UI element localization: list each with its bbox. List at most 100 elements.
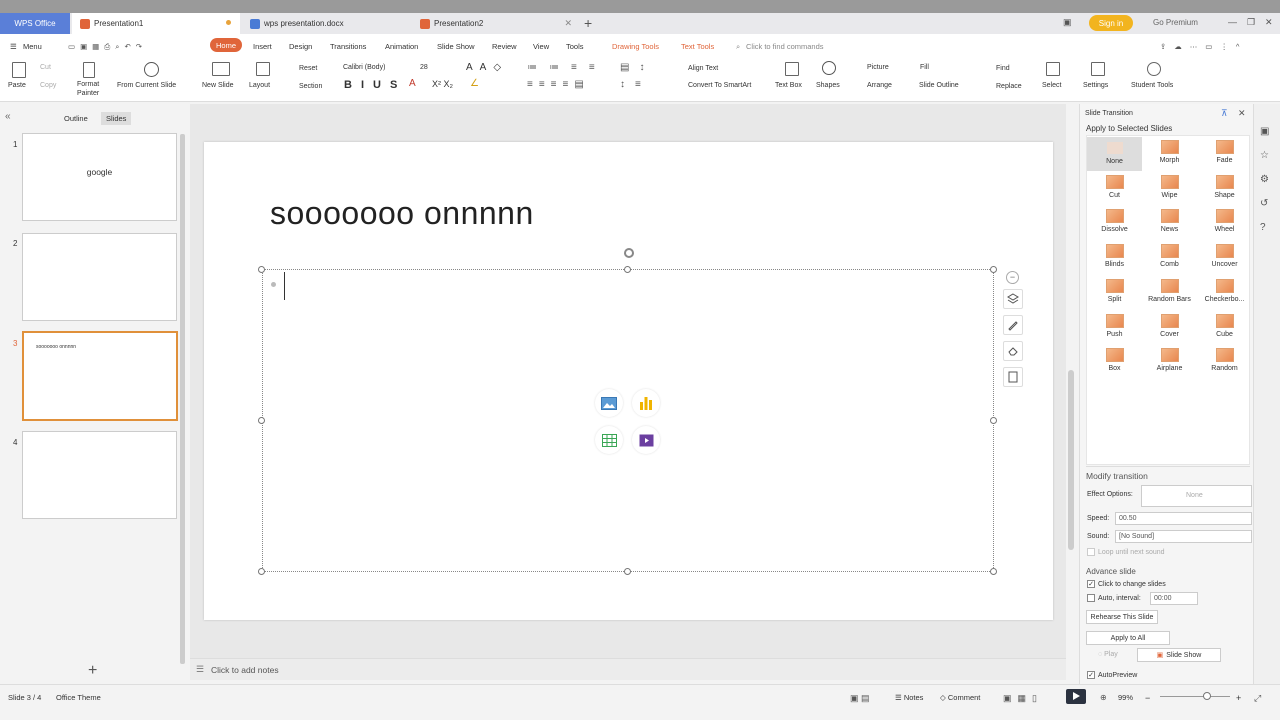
- arrange-button[interactable]: Arrange: [867, 82, 892, 89]
- transition-morph[interactable]: Morph: [1142, 137, 1197, 171]
- transition-wipe[interactable]: Wipe: [1142, 172, 1197, 206]
- tab-wps-presentation-docx[interactable]: wps presentation.docx: [242, 13, 410, 34]
- tab-slide-show[interactable]: Slide Show: [437, 42, 475, 51]
- notes-area[interactable]: ☰ Click to add notes: [190, 658, 1066, 680]
- cut-button[interactable]: Cut: [40, 64, 51, 71]
- transition-dissolve[interactable]: Dissolve: [1087, 206, 1142, 240]
- notes-toggle[interactable]: ☰ Notes: [895, 693, 923, 702]
- autopreview-checkbox[interactable]: ✓ AutoPreview: [1087, 671, 1137, 679]
- tab-presentation2[interactable]: Presentation2 ✕: [412, 13, 580, 34]
- resize-handle[interactable]: [990, 568, 997, 575]
- transition-panel-icon[interactable]: ▣: [1260, 126, 1269, 137]
- transition-none[interactable]: None: [1087, 137, 1142, 171]
- tab-review[interactable]: Review: [492, 42, 517, 51]
- font-style-buttons[interactable]: BIUS: [344, 79, 406, 91]
- sign-in-button[interactable]: Sign in: [1089, 15, 1133, 31]
- restore-icon[interactable]: ❐: [1247, 17, 1255, 28]
- view-mode-icons[interactable]: ▣▦▯: [1003, 693, 1043, 704]
- collapse-toolbar-icon[interactable]: −: [1006, 271, 1019, 284]
- play-button[interactable]: ◌ Play: [1098, 651, 1118, 658]
- history-panel-icon[interactable]: ↺: [1260, 198, 1268, 209]
- eraser-icon[interactable]: [1003, 341, 1023, 361]
- rehearse-button[interactable]: Rehearse This Slide: [1086, 610, 1158, 624]
- view-icons[interactable]: ▣ ▤: [850, 693, 870, 704]
- play-from-current-icon[interactable]: [144, 62, 159, 77]
- resize-handle[interactable]: [990, 266, 997, 273]
- zoom-in-icon[interactable]: +: [1236, 693, 1241, 703]
- text-direction-icons[interactable]: ▤↕: [620, 62, 654, 73]
- slide-thumbnail[interactable]: google: [22, 133, 177, 221]
- text-box-button[interactable]: Text Box: [775, 82, 802, 89]
- highlight-icon[interactable]: ∠: [470, 78, 479, 89]
- format-painter-label-1[interactable]: Format: [77, 81, 99, 88]
- layers-icon[interactable]: [1003, 289, 1023, 309]
- tab-home[interactable]: Home: [210, 38, 242, 52]
- select-icon[interactable]: [1046, 62, 1060, 76]
- transition-random[interactable]: Random: [1197, 345, 1252, 379]
- menu-button[interactable]: Menu: [23, 42, 42, 51]
- slide-thumbnail-active[interactable]: sooooooo onnnnn: [22, 331, 178, 421]
- list-indent-icons[interactable]: ≔≔≡≡: [527, 62, 607, 73]
- effect-options-select[interactable]: None: [1141, 485, 1252, 507]
- comment-button[interactable]: ◇ Comment: [940, 693, 980, 702]
- slide-scrollbar[interactable]: [1068, 370, 1074, 550]
- click-change-checkbox[interactable]: ✓ Click to change slides: [1087, 580, 1166, 588]
- tab-text-tools[interactable]: Text Tools: [681, 42, 714, 51]
- insert-table-icon[interactable]: [595, 426, 623, 454]
- go-premium-button[interactable]: Go Premium: [1153, 18, 1198, 27]
- tab-outline[interactable]: Outline: [64, 114, 88, 123]
- font-size-select[interactable]: 28: [419, 63, 429, 72]
- tab-animation[interactable]: Animation: [385, 42, 418, 51]
- hamburger-icon[interactable]: ☰: [10, 42, 17, 51]
- tab-insert[interactable]: Insert: [253, 42, 272, 51]
- collapse-pane-icon[interactable]: «: [5, 111, 11, 122]
- loop-checkbox[interactable]: Loop until next sound: [1087, 548, 1165, 556]
- transition-split[interactable]: Split: [1087, 276, 1142, 310]
- slide-title[interactable]: sooooooo onnnnn: [270, 195, 534, 232]
- transition-random-bars[interactable]: Random Bars: [1142, 276, 1197, 310]
- convert-smartart-button[interactable]: Convert To SmartArt: [688, 82, 751, 89]
- layout-icon[interactable]: [256, 62, 270, 76]
- paste-icon[interactable]: [12, 62, 26, 78]
- resize-handle[interactable]: [624, 266, 631, 273]
- pane-title[interactable]: Slide Transition: [1085, 110, 1133, 117]
- zoom-out-icon[interactable]: −: [1145, 693, 1150, 703]
- picture-button[interactable]: Picture: [867, 64, 889, 71]
- close-window-icon[interactable]: ✕: [1265, 17, 1273, 28]
- resize-handle[interactable]: [258, 568, 265, 575]
- insert-video-icon[interactable]: [632, 426, 660, 454]
- speed-input[interactable]: 00.50: [1115, 512, 1252, 525]
- transition-push[interactable]: Push: [1087, 311, 1142, 345]
- superscript-subscript-icons[interactable]: X² X₂: [432, 79, 453, 89]
- transition-checkerbo[interactable]: Checkerbo...: [1197, 276, 1252, 310]
- resize-handle[interactable]: [258, 266, 265, 273]
- font-size-up-down-icons[interactable]: AA◇: [466, 62, 508, 73]
- font-color-icon[interactable]: A: [409, 78, 416, 89]
- copy-button[interactable]: Copy: [40, 82, 56, 89]
- layout-button[interactable]: Layout: [249, 82, 270, 89]
- tab-transitions[interactable]: Transitions: [330, 42, 366, 51]
- settings-button[interactable]: Settings: [1083, 82, 1108, 89]
- transition-uncover[interactable]: Uncover: [1197, 241, 1252, 275]
- line-spacing-icons[interactable]: ↕≡: [620, 79, 651, 90]
- tab-presentation1[interactable]: Presentation1: [72, 13, 240, 34]
- transition-shape[interactable]: Shape: [1197, 172, 1252, 206]
- resize-handle[interactable]: [990, 417, 997, 424]
- theme-name[interactable]: Office Theme: [56, 693, 101, 702]
- tab-drawing-tools[interactable]: Drawing Tools: [612, 42, 659, 51]
- insert-picture-icon[interactable]: [595, 389, 623, 417]
- slide-outline-button[interactable]: Slide Outline: [919, 82, 959, 89]
- close-tab-icon[interactable]: ✕: [564, 18, 572, 29]
- minimize-icon[interactable]: —: [1228, 17, 1237, 27]
- layout-icon[interactable]: ▣: [1063, 17, 1072, 28]
- new-tab-icon[interactable]: +: [584, 15, 592, 31]
- shapes-icon[interactable]: [822, 61, 836, 75]
- transition-airplane[interactable]: Airplane: [1142, 345, 1197, 379]
- slide-thumbnail[interactable]: [22, 431, 177, 519]
- fit-window-icon[interactable]: ⤢: [1254, 693, 1261, 704]
- from-current-slide-button[interactable]: From Current Slide: [117, 82, 176, 89]
- new-slide-button[interactable]: New Slide: [202, 82, 234, 89]
- pen-icon[interactable]: [1003, 315, 1023, 335]
- command-search-input[interactable]: Click to find commands: [746, 42, 824, 51]
- zoom-slider[interactable]: [1160, 696, 1230, 697]
